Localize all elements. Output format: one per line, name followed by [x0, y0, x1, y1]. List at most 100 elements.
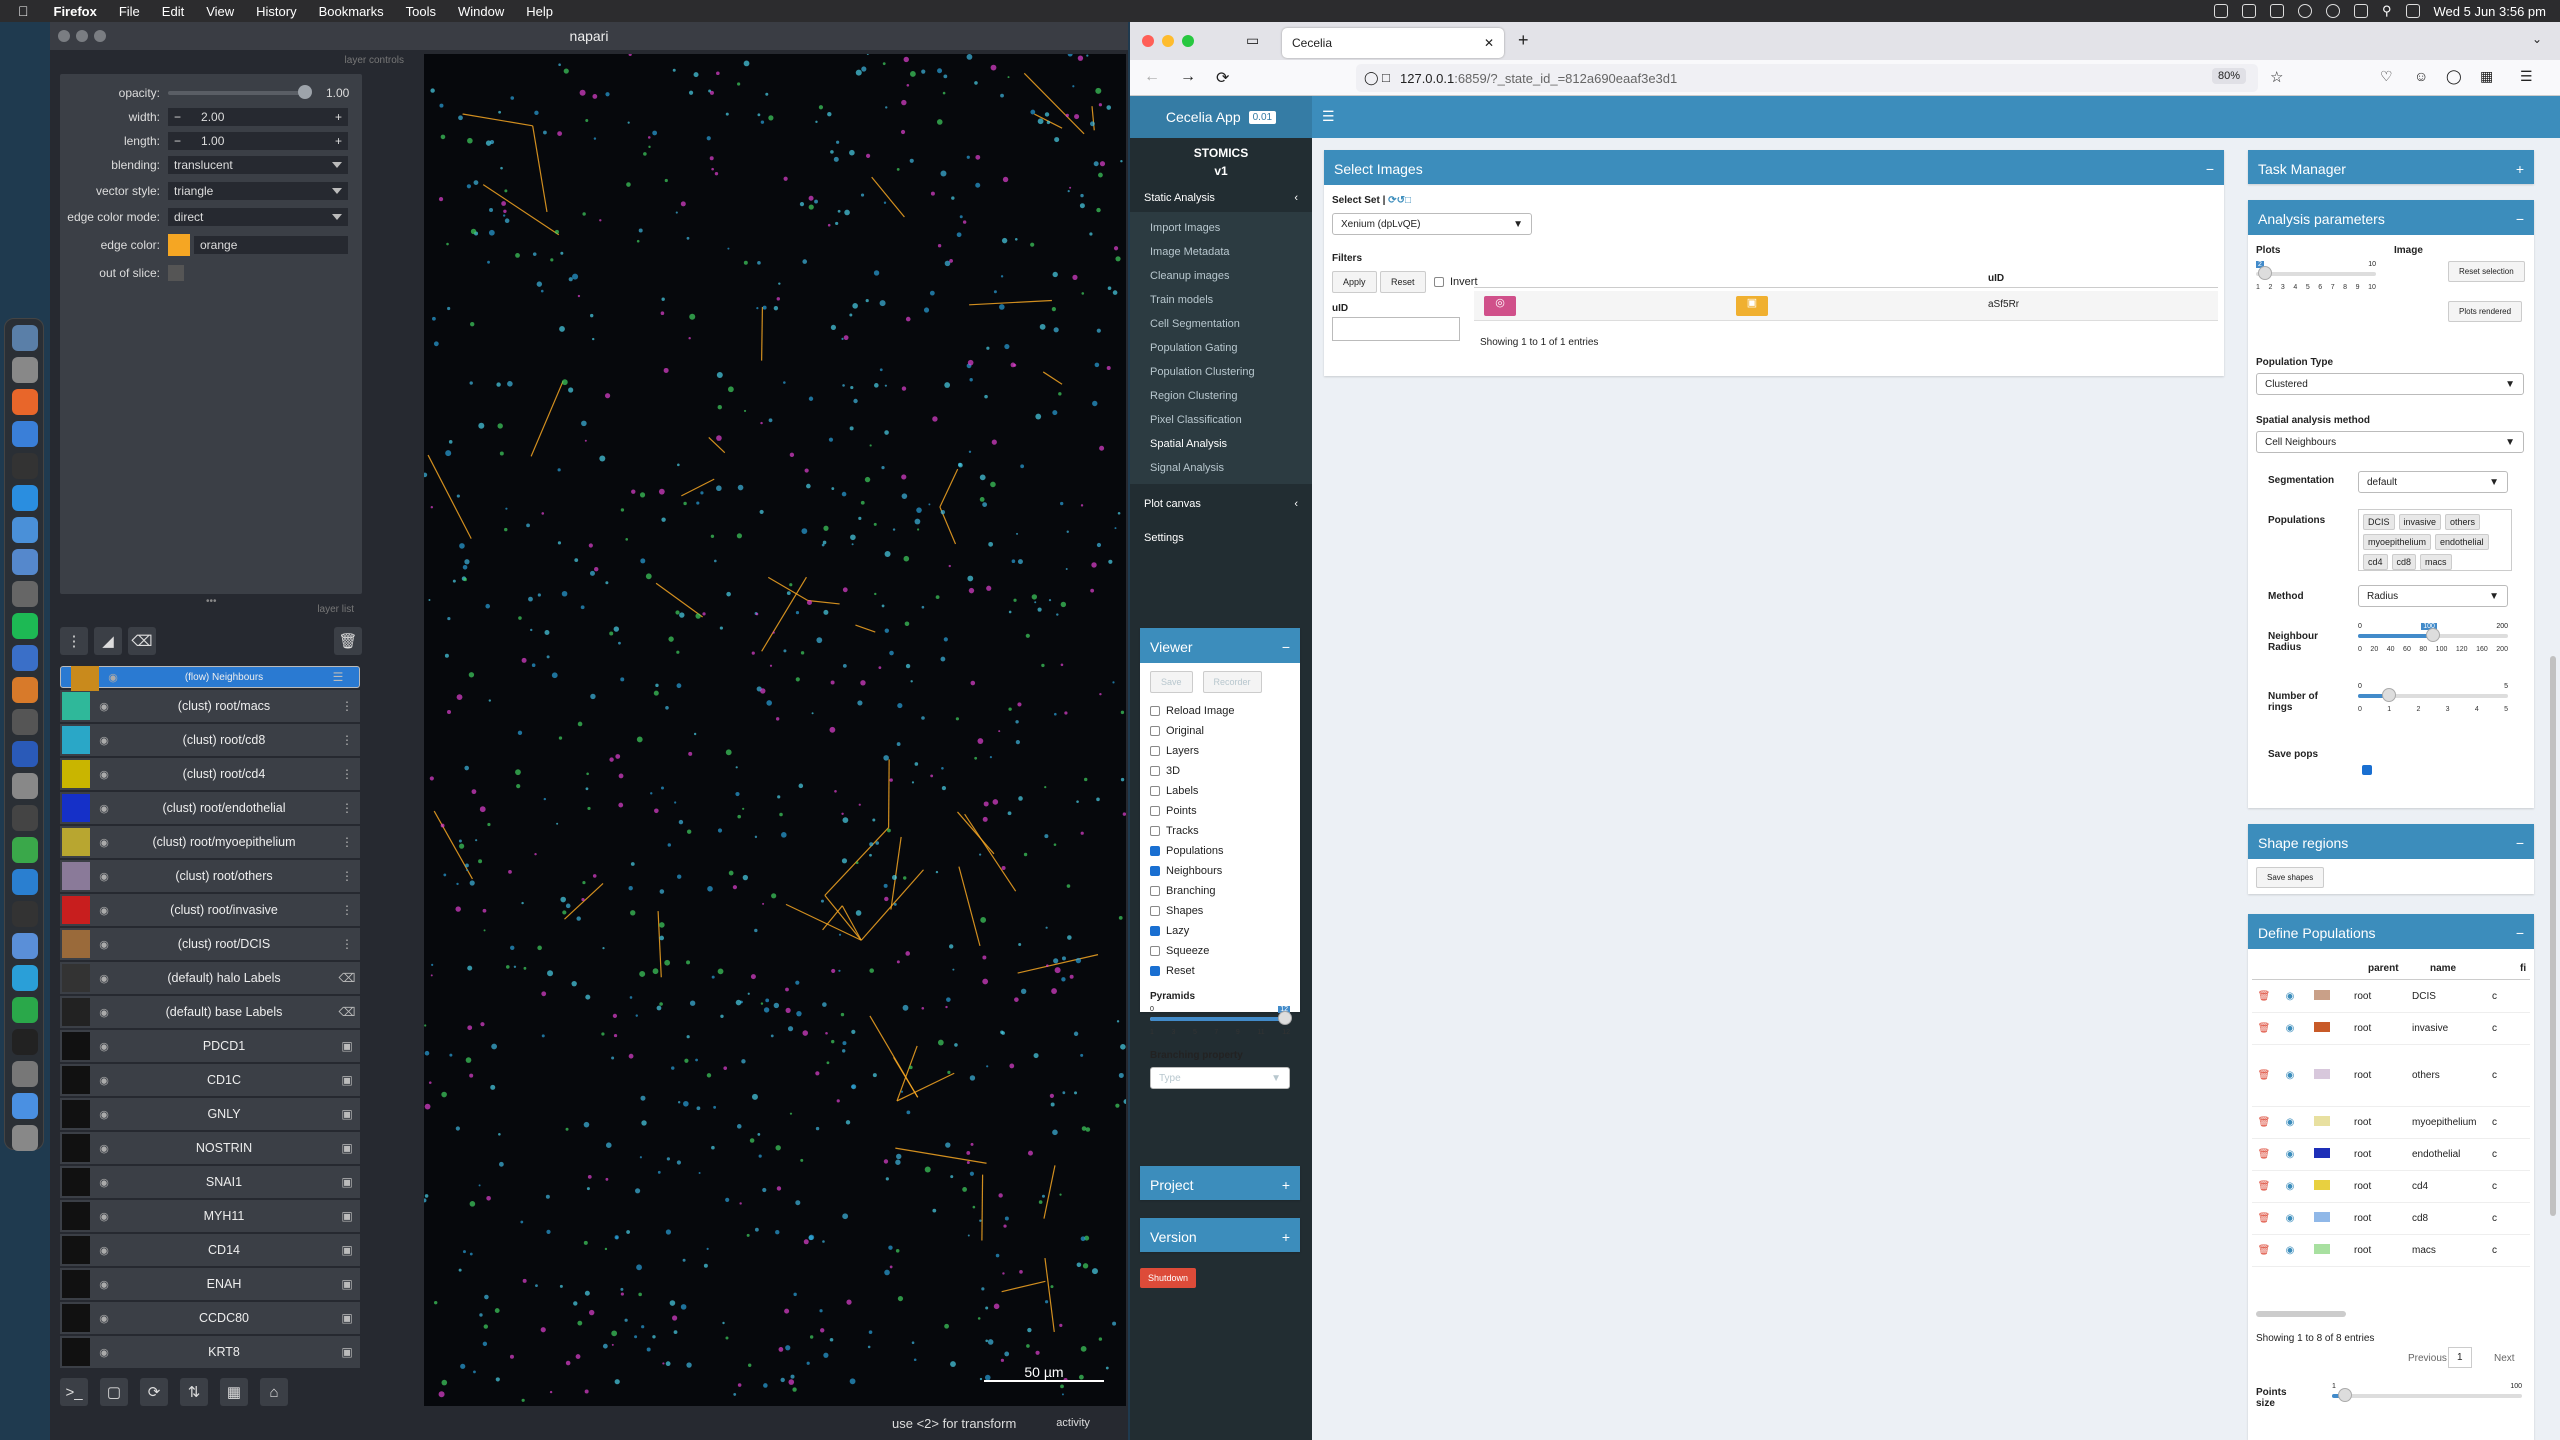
menu-window[interactable]: Window — [447, 4, 515, 19]
edge-color-mode-select[interactable]: direct — [168, 208, 348, 226]
status-icon[interactable] — [2241, 4, 2256, 18]
blending-select[interactable]: translucent — [168, 156, 348, 174]
layer-row[interactable]: ◉ (clust) root/invasive ⋮ — [60, 894, 360, 926]
opacity-slider[interactable] — [168, 85, 312, 99]
app-icon[interactable] — [12, 805, 38, 831]
terminal-icon[interactable] — [12, 453, 38, 479]
fi-column-header[interactable]: fi — [2520, 963, 2526, 974]
trash-icon[interactable]: 🗑 — [2252, 1245, 2276, 1256]
population-row[interactable]: 🗑 ◉ root endothelial c — [2252, 1139, 2530, 1171]
opacity-slider-knob[interactable] — [298, 85, 312, 99]
layer-row[interactable]: ◉ MYH11 ▣ — [60, 1200, 360, 1232]
menu-app[interactable]: Firefox — [43, 4, 108, 19]
close-button[interactable] — [1142, 35, 1154, 47]
status-icon[interactable] — [2297, 4, 2312, 18]
app-icon[interactable] — [12, 869, 38, 895]
console-icon[interactable]: >_ — [60, 1378, 88, 1406]
invert-box[interactable] — [1434, 277, 1444, 287]
recorder-button[interactable]: Recorder — [1202, 671, 1262, 693]
page-scrollbar[interactable] — [2550, 656, 2556, 1216]
shape-regions-header[interactable]: Shape regions − — [2248, 827, 2534, 859]
nav-item[interactable]: Pixel Classification — [1130, 408, 1312, 432]
url-bar[interactable]: ◯ □ 127.0.0.1:6859/?_state_id_=812a690ea… — [1356, 64, 2258, 92]
eye-icon[interactable]: ◉ — [2276, 1023, 2304, 1034]
invert-checkbox[interactable]: Invert — [1424, 275, 1478, 289]
uid-filter-input[interactable] — [1332, 317, 1460, 341]
eye-icon[interactable]: ◉ — [2276, 991, 2304, 1002]
layer-row[interactable]: ◉ (clust) root/others ⋮ — [60, 860, 360, 892]
menu-edit[interactable]: Edit — [151, 4, 195, 19]
eye-icon[interactable]: ◉ — [94, 870, 114, 883]
plots-slider[interactable] — [2256, 266, 2376, 280]
eye-icon[interactable]: ◉ — [2276, 1117, 2304, 1128]
trash-icon[interactable]: 🗑 — [2252, 1213, 2276, 1224]
checkbox-box[interactable] — [1150, 926, 1160, 936]
viewer-checkbox[interactable]: Tracks — [1140, 821, 1300, 841]
rings-slider[interactable] — [2358, 688, 2508, 702]
app-icon[interactable] — [12, 1061, 38, 1087]
firefox-icon[interactable] — [12, 389, 38, 415]
eye-icon[interactable]: ◉ — [94, 1040, 114, 1053]
checkbox-box[interactable] — [1150, 866, 1160, 876]
population-row[interactable]: 🗑 ◉ root macs c — [2252, 1235, 2530, 1267]
collapse-icon[interactable]: − — [2516, 835, 2524, 851]
pyramids-slider[interactable] — [1150, 1011, 1292, 1025]
eye-icon[interactable]: ◉ — [94, 1006, 114, 1019]
population-tag[interactable]: macs — [2420, 554, 2452, 570]
layer-row[interactable]: ◉ (clust) root/DCIS ⋮ — [60, 928, 360, 960]
extensions-icon[interactable]: ▦ — [2480, 68, 2493, 85]
spotify-icon[interactable] — [12, 613, 38, 639]
expand-icon[interactable]: + — [2516, 161, 2524, 177]
define-pops-header[interactable]: Define Populations − — [2248, 917, 2534, 949]
checkbox-box[interactable] — [1150, 826, 1160, 836]
wifi-icon[interactable] — [2353, 4, 2368, 18]
app-icon[interactable] — [12, 549, 38, 575]
layer-row[interactable]: ◉ CD1C ▣ — [60, 1064, 360, 1096]
shutdown-button[interactable]: Shutdown — [1140, 1268, 1197, 1288]
page-1-button[interactable]: 1 — [2448, 1347, 2472, 1368]
collapse-icon[interactable]: − — [2516, 925, 2524, 941]
app-icon[interactable] — [12, 741, 38, 767]
populations-input[interactable]: DCIS invasive others myoepithelium endotheli… — [2358, 509, 2512, 571]
close-icon[interactable]: ✕ — [1484, 36, 1494, 50]
viewer-checkbox[interactable]: Original — [1140, 721, 1300, 741]
population-tag[interactable]: others — [2445, 514, 2481, 530]
checkbox-box[interactable] — [1150, 846, 1160, 856]
app-icon[interactable] — [12, 517, 38, 543]
folder-icon[interactable] — [12, 1093, 38, 1119]
population-row[interactable]: 🗑 ◉ root others c — [2252, 1045, 2530, 1107]
layer-row[interactable]: ◉ GNLY ▣ — [60, 1098, 360, 1130]
population-row[interactable]: 🗑 ◉ root DCIS c — [2252, 981, 2530, 1013]
plus-icon[interactable]: + — [335, 134, 342, 148]
zoom-button[interactable] — [1182, 35, 1194, 47]
app-icon[interactable] — [12, 581, 38, 607]
viewer-checkbox[interactable]: Branching — [1140, 881, 1300, 901]
target-icon[interactable]: ◎ — [1484, 296, 1516, 316]
population-color-swatch[interactable] — [2314, 1116, 2330, 1126]
checkbox-box[interactable] — [1150, 906, 1160, 916]
trash-icon[interactable]: 🗑 — [2252, 1149, 2276, 1160]
nav-item[interactable]: Spatial Analysis — [1130, 432, 1312, 456]
checkbox-box[interactable] — [1150, 706, 1160, 716]
zoom-button[interactable] — [94, 30, 106, 42]
eye-icon[interactable]: ◉ — [94, 700, 114, 713]
eye-icon[interactable]: ◉ — [94, 1244, 114, 1257]
delete-layer-button[interactable]: 🗑 — [334, 627, 362, 655]
refresh-icon[interactable]: ⟳ — [1388, 195, 1396, 206]
name-column-header[interactable]: name — [2430, 963, 2456, 974]
length-spinbox[interactable]: − 1.00 + — [168, 132, 348, 150]
eye-icon[interactable]: ◉ — [94, 1312, 114, 1325]
eye-icon[interactable]: ◉ — [94, 1108, 114, 1121]
minimize-button[interactable] — [76, 30, 88, 42]
nav-item[interactable]: Population Gating — [1130, 336, 1312, 360]
checkbox-box[interactable] — [1150, 886, 1160, 896]
population-color-swatch[interactable] — [2314, 1180, 2330, 1190]
population-tag[interactable]: cd8 — [2391, 554, 2417, 570]
viewer-save-button[interactable]: Save — [1150, 671, 1193, 693]
save-pops-checkbox[interactable] — [2362, 765, 2372, 775]
trash-icon[interactable] — [12, 1125, 38, 1151]
plus-icon[interactable]: + — [335, 110, 342, 124]
layer-row[interactable]: ◉ (default) base Labels ⌫ — [60, 996, 360, 1028]
reset-selection-button[interactable]: Reset selection — [2448, 261, 2525, 282]
menu-history[interactable]: History — [245, 4, 307, 19]
